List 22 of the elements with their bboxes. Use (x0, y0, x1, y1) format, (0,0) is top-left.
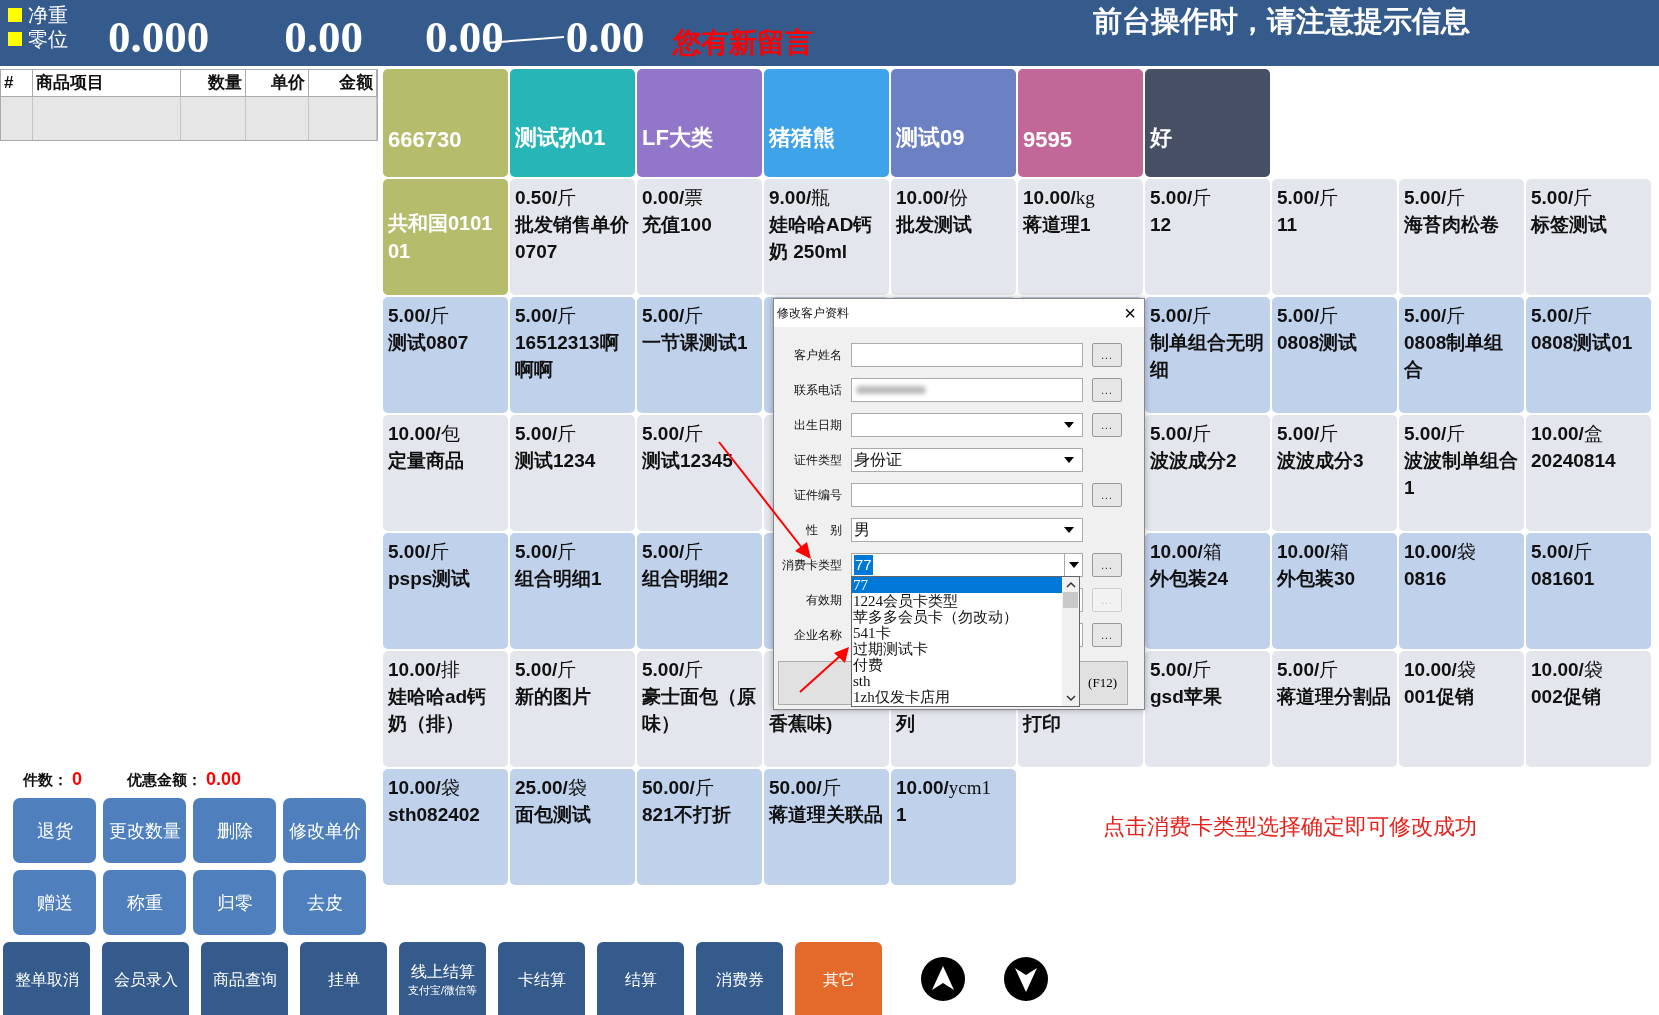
field-label: 企业名称 (793, 626, 842, 644)
notice-text: 前台操作时，请注意提示信息 (1093, 4, 1470, 39)
struck-reading: 0.00 (565, 12, 645, 62)
field-label: 联系电话 (793, 381, 842, 399)
reading-number: 0.00 (284, 12, 363, 62)
reading-number: 0.00 (425, 12, 504, 62)
summary-label: 优惠金额： (127, 771, 202, 788)
reading-number: 0.000 (108, 12, 210, 62)
annotation-text: 点击消费卡类型选择确定即可修改成功 (1102, 813, 1477, 841)
field-label: 证件类型 (793, 451, 842, 469)
field-label: 证件编号 (793, 486, 842, 504)
field-label: 性 别 (805, 521, 842, 539)
dialog-title: 修改客户资料 (777, 304, 849, 322)
scale-label: 净重 (28, 3, 68, 27)
field-label: 出生日期 (793, 416, 842, 434)
summary-value: 0 (72, 769, 82, 789)
field-label: 有效期 (805, 591, 842, 609)
summary-value: 0.00 (206, 769, 242, 789)
summary-label: 件数： (23, 771, 68, 788)
scale-label: 零位 (28, 27, 68, 51)
field-label: 消费卡类型 (781, 556, 842, 574)
field-label: 客户姓名 (793, 346, 842, 364)
